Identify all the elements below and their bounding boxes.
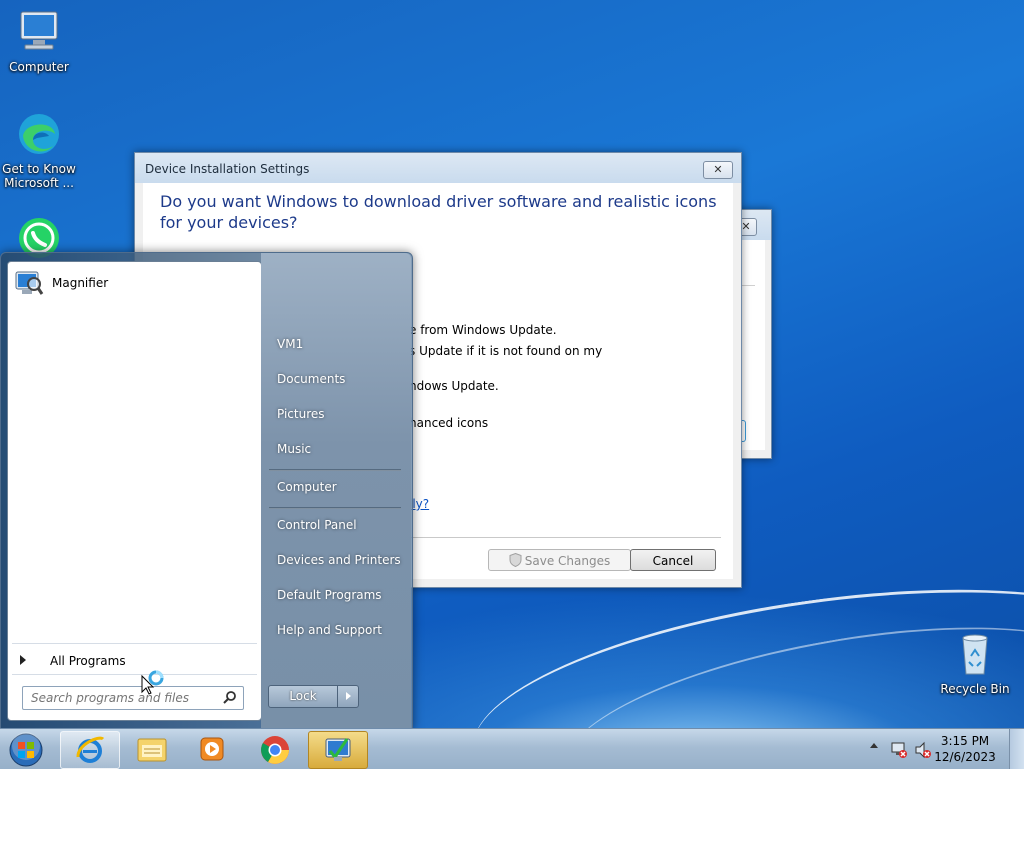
start-menu: Magnifier All Programs VM1 Documents Pic… xyxy=(0,252,413,730)
start-menu-places-pane: VM1 Documents Pictures Music Computer Co… xyxy=(261,253,411,729)
clock-date: 12/6/2023 xyxy=(934,750,996,764)
option-text: s Update if it is not found on my xyxy=(409,344,603,358)
shutdown-options-button[interactable] xyxy=(337,686,359,707)
close-icon[interactable]: ✕ xyxy=(703,161,733,179)
lock-button-group: Lock xyxy=(268,685,359,708)
option-text: hanced icons xyxy=(409,416,489,430)
magnifier-icon xyxy=(14,268,44,301)
separator xyxy=(12,643,257,644)
start-item-control-panel[interactable]: Control Panel xyxy=(277,518,357,532)
desktop-icon-label: Microsoft ... xyxy=(4,176,74,190)
save-changes-button[interactable]: Save Changes xyxy=(488,549,631,571)
start-orb-icon xyxy=(8,732,44,771)
edge-icon xyxy=(15,110,63,158)
lock-button[interactable]: Lock xyxy=(269,686,337,707)
arrow-right-icon xyxy=(20,655,26,665)
start-item-devices-and-printers[interactable]: Devices and Printers xyxy=(277,553,401,567)
taskbar-media-player[interactable] xyxy=(184,731,242,767)
computer-icon xyxy=(15,8,63,56)
recycle-bin-icon xyxy=(951,630,999,678)
option-text: e from Windows Update. xyxy=(409,323,557,337)
search-input[interactable] xyxy=(29,689,223,707)
all-programs-label: All Programs xyxy=(50,654,126,668)
all-programs-button[interactable]: All Programs xyxy=(14,652,234,672)
desktop-icon-label: Computer xyxy=(9,60,69,74)
show-desktop-button[interactable] xyxy=(1009,729,1024,769)
start-item-default-programs[interactable]: Default Programs xyxy=(277,588,382,602)
search-icon xyxy=(223,690,237,707)
show-hidden-icons-button[interactable] xyxy=(870,743,878,748)
dialog-question: Do you want Windows to download driver s… xyxy=(160,192,717,232)
start-item-computer[interactable]: Computer xyxy=(277,480,337,494)
taskbar-internet-explorer[interactable] xyxy=(60,731,120,769)
cancel-button[interactable]: Cancel xyxy=(630,549,716,571)
dialog-titlebar: Device Installation Settings ✕ xyxy=(135,153,741,183)
file-explorer-icon xyxy=(136,735,168,766)
clock-time: 3:15 PM xyxy=(940,734,990,748)
start-button[interactable] xyxy=(2,731,52,767)
search-box[interactable] xyxy=(22,686,244,710)
arrow-right-icon xyxy=(346,692,351,700)
save-changes-label: Save Changes xyxy=(524,554,611,568)
start-item-music[interactable]: Music xyxy=(277,442,311,456)
device-settings-icon xyxy=(322,735,354,768)
option-text: ndows Update. xyxy=(409,379,499,393)
network-icon[interactable] xyxy=(890,741,908,762)
separator xyxy=(269,469,401,471)
desktop-icon-recycle-bin[interactable]: Recycle Bin xyxy=(936,630,1014,696)
start-item-vm1[interactable]: VM1 xyxy=(277,337,303,351)
dialog-title: Device Installation Settings xyxy=(145,162,310,176)
start-menu-programs-pane: Magnifier All Programs xyxy=(7,261,262,721)
start-item-documents[interactable]: Documents xyxy=(277,372,345,386)
program-label: Magnifier xyxy=(52,276,109,290)
busy-cursor-icon xyxy=(140,670,166,699)
desktop-icon-label: Get to Know xyxy=(2,162,76,176)
media-player-icon xyxy=(198,735,226,766)
taskbar-device-settings[interactable] xyxy=(308,731,368,769)
program-item-magnifier[interactable]: Magnifier xyxy=(12,268,252,298)
separator xyxy=(12,674,257,675)
start-item-help-and-support[interactable]: Help and Support xyxy=(277,623,382,637)
desktop-icon-label: Recycle Bin xyxy=(940,682,1010,696)
desktop-icon-computer[interactable]: Computer xyxy=(0,8,78,74)
chrome-icon xyxy=(259,734,291,769)
internet-explorer-icon xyxy=(75,735,105,768)
desktop-icon-get-to-know[interactable]: Get to Know Microsoft ... xyxy=(0,110,78,190)
shield-icon xyxy=(509,552,522,574)
start-item-pictures[interactable]: Pictures xyxy=(277,407,325,421)
taskbar-chrome[interactable] xyxy=(246,731,304,767)
taskbar-file-explorer[interactable] xyxy=(122,731,180,767)
separator xyxy=(269,507,401,509)
taskbar: 3:15 PM 12/6/2023 xyxy=(0,728,1024,769)
clock[interactable]: 3:15 PM 12/6/2023 xyxy=(930,733,1000,765)
